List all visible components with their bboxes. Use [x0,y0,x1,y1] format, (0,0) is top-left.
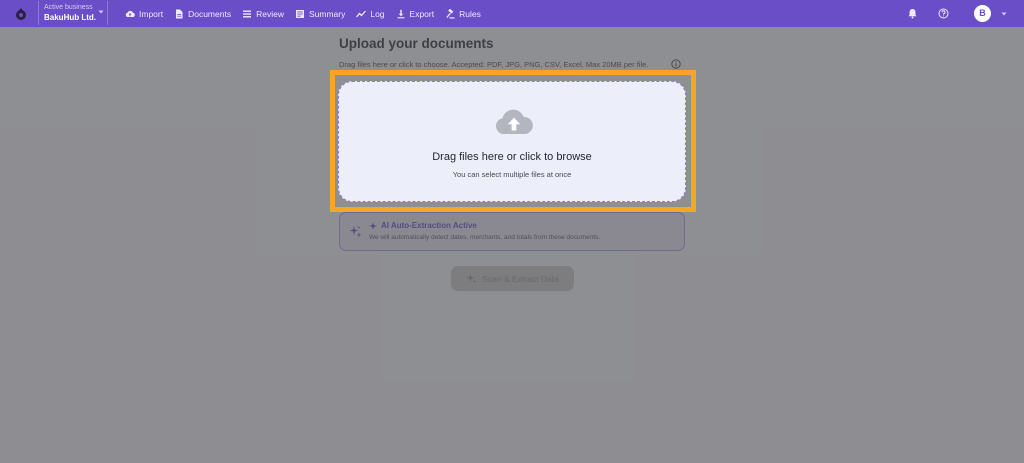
dropzone-subtitle: You can select multiple files at once [452,170,572,179]
bell-icon[interactable] [907,8,918,19]
nav-rules-label: Rules [459,8,481,19]
sparkles-icon [466,274,477,284]
info-icon[interactable] [671,59,681,69]
summary-icon [295,9,304,18]
scan-extract-button-label: Scan & Extract Data [482,273,559,284]
header-actions: B [884,0,1024,27]
nav-export[interactable]: Export [396,8,435,19]
nav-review-label: Review [256,8,284,19]
nav-summary[interactable]: Summary [295,9,345,19]
document-icon [176,9,183,18]
nav-documents-label: Documents [188,8,232,19]
app-logo-icon[interactable] [14,7,28,21]
list-icon [243,10,252,17]
download-icon [397,9,405,18]
trend-icon [356,10,367,17]
nav-log[interactable]: Log [356,8,385,19]
nav-import-label: Import [139,8,164,19]
chevron-down-icon[interactable] [1001,11,1007,17]
sparkle-icon [369,221,377,230]
nav-documents[interactable]: Documents [174,9,231,19]
upload-hint: Drag files here or click to choose. Acce… [339,60,649,69]
dropzone-title: Drag files here or click to browse [432,151,592,163]
nav-review[interactable]: Review [242,9,284,19]
ai-extraction-notice: AI Auto-Extraction Active We will automa… [339,212,685,251]
sparkles-icon [349,225,362,238]
cloud-upload-icon [495,109,533,134]
nav-import[interactable]: Import [125,9,163,19]
main-nav: Import Documents Review Summary Log Expo… [125,0,492,27]
scan-extract-button[interactable]: Scan & Extract Data [451,266,574,291]
top-navigation-bar: Active business BakuHub Ltd. Import Docu… [0,0,1024,27]
nav-log-label: Log [370,8,385,19]
page-title: Upload your documents [339,36,494,51]
avatar[interactable]: B [974,5,991,22]
cloud-upload-icon [125,10,135,17]
nav-rules[interactable]: Rules [445,8,481,19]
file-dropzone[interactable]: Drag files here or click to browse You c… [338,81,686,202]
nav-export-label: Export [409,8,435,19]
help-icon[interactable] [938,8,949,19]
gavel-icon [446,8,455,18]
ai-title: AI Auto-Extraction Active [381,221,477,230]
ai-title-row: AI Auto-Extraction Active [369,221,477,230]
ai-description: We will automatically detect dates, merc… [369,234,601,241]
chevron-down-icon[interactable] [98,9,104,15]
nav-summary-label: Summary [308,8,346,19]
